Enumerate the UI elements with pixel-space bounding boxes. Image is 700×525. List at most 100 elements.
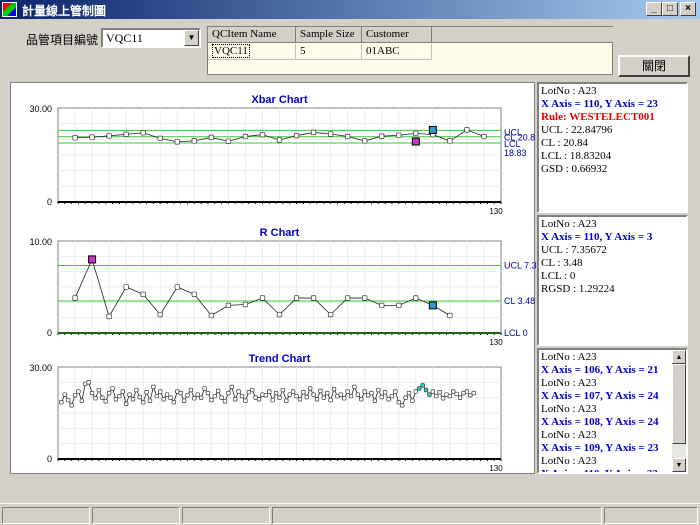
data-point: [96, 387, 102, 393]
info-line: X Axis = 107, Y Axis = 24: [541, 390, 659, 402]
data-point: [69, 403, 74, 408]
grid-header-name[interactable]: QCItem Name: [208, 27, 296, 43]
data-point: [464, 127, 470, 133]
data-point: [263, 393, 269, 398]
data-point: [185, 393, 190, 398]
data-point: [393, 389, 398, 394]
data-point: [123, 131, 129, 137]
data-point: [447, 138, 453, 144]
app-icon: [2, 2, 17, 17]
data-point: [127, 392, 132, 397]
data-point: [188, 387, 194, 393]
data-point: [376, 387, 381, 393]
trend-info-scrollbar[interactable]: ▲ ▼: [672, 350, 686, 472]
info-line: GSD : 0.66932: [541, 163, 608, 175]
grid-header-customer[interactable]: Customer: [362, 27, 432, 43]
grid-cell-customer[interactable]: 01ABC: [362, 44, 432, 60]
data-point: [301, 389, 306, 395]
x-max-label: 130: [489, 338, 503, 347]
info-line: RGSD : 1.29224: [541, 283, 615, 295]
grid-header-sample-size[interactable]: Sample Size: [296, 27, 362, 43]
data-point: [454, 391, 459, 397]
title-bar[interactable]: 計量線上管制圖 _ □ ×: [0, 0, 700, 19]
data-point: [106, 390, 112, 396]
data-point: [72, 135, 78, 141]
scroll-up-icon[interactable]: ▲: [672, 350, 686, 364]
grid-cell-name[interactable]: VQC11: [212, 44, 250, 58]
table-row[interactable]: VQC11: [208, 44, 296, 60]
y-min-label: 0: [47, 197, 52, 207]
data-point: [137, 394, 142, 400]
data-point: [141, 400, 146, 405]
close-button[interactable]: 關閉: [618, 55, 690, 77]
scroll-thumb[interactable]: [672, 364, 686, 444]
data-point: [417, 386, 422, 391]
info-line: LCL : 18.83204: [541, 150, 612, 162]
data-point: [403, 395, 408, 400]
data-point: [76, 389, 81, 394]
data-point: [355, 392, 361, 397]
data-point: [396, 302, 402, 309]
data-point: [239, 393, 245, 399]
data-point: [59, 400, 64, 405]
data-point: [331, 386, 337, 392]
data-point: [229, 384, 234, 390]
data-point: [103, 399, 108, 404]
data-point: [464, 389, 470, 394]
status-bar: [0, 503, 700, 525]
charts-svg: Xbar Chart30.000130UCLCL 20.8LCL18.83R C…: [29, 94, 536, 473]
chevron-down-icon[interactable]: ▼: [184, 30, 199, 46]
status-pane: [604, 507, 698, 524]
data-point: [117, 393, 122, 399]
data-point: [430, 389, 435, 394]
data-point: [345, 389, 350, 394]
data-point: [318, 388, 323, 394]
info-line: LCL : 0: [541, 270, 576, 282]
data-point: [423, 387, 429, 393]
data-point: [157, 311, 163, 318]
data-point: [290, 389, 296, 394]
minimize-button[interactable]: _: [646, 2, 662, 16]
data-point: [243, 398, 248, 403]
data-point: [382, 389, 388, 395]
data-point: [259, 131, 266, 138]
data-point: [304, 394, 309, 400]
x-max-label: 130: [489, 464, 503, 473]
info-line: X Axis = 110, Y Axis = 23: [541, 468, 658, 474]
data-point: [273, 390, 279, 396]
qc-item-grid: QCItem Name Sample Size Customer VQC11 5…: [207, 26, 613, 75]
data-point: [236, 389, 241, 394]
data-point: [362, 295, 368, 301]
data-point: [130, 397, 136, 402]
data-point: [297, 397, 303, 402]
data-point: [134, 387, 139, 393]
data-point: [174, 139, 180, 145]
data-point: [192, 396, 197, 401]
data-point: [219, 395, 224, 400]
info-line: LotNo : A23: [541, 455, 597, 467]
data-point: [434, 393, 439, 399]
info-line: X Axis = 106, Y Axis = 21: [541, 364, 659, 376]
qc-item-select[interactable]: VQC11 ▼: [101, 28, 201, 48]
y-min-label: 0: [47, 454, 52, 464]
data-point: [447, 312, 453, 319]
close-window-button[interactable]: ×: [680, 2, 696, 16]
data-point: [89, 134, 95, 140]
data-point: [208, 134, 214, 141]
data-point: [242, 301, 249, 308]
data-point: [267, 389, 272, 394]
grid-cell-sample-size[interactable]: 5: [296, 44, 362, 60]
highlight-point: [411, 137, 420, 146]
data-point: [277, 395, 282, 400]
y-min-label: 0: [47, 328, 52, 338]
scroll-down-icon[interactable]: ▼: [672, 458, 686, 472]
data-point: [216, 388, 221, 394]
qc-item-label: 品管項目編號: [26, 33, 99, 47]
info-line: X Axis = 110, Y Axis = 23: [541, 98, 658, 110]
data-point: [311, 392, 316, 397]
maximize-button[interactable]: □: [662, 2, 678, 16]
data-point: [410, 398, 415, 403]
info-line: LotNo : A23: [541, 85, 597, 97]
data-point: [106, 133, 112, 139]
cl-label: CL 3.48: [504, 296, 535, 306]
